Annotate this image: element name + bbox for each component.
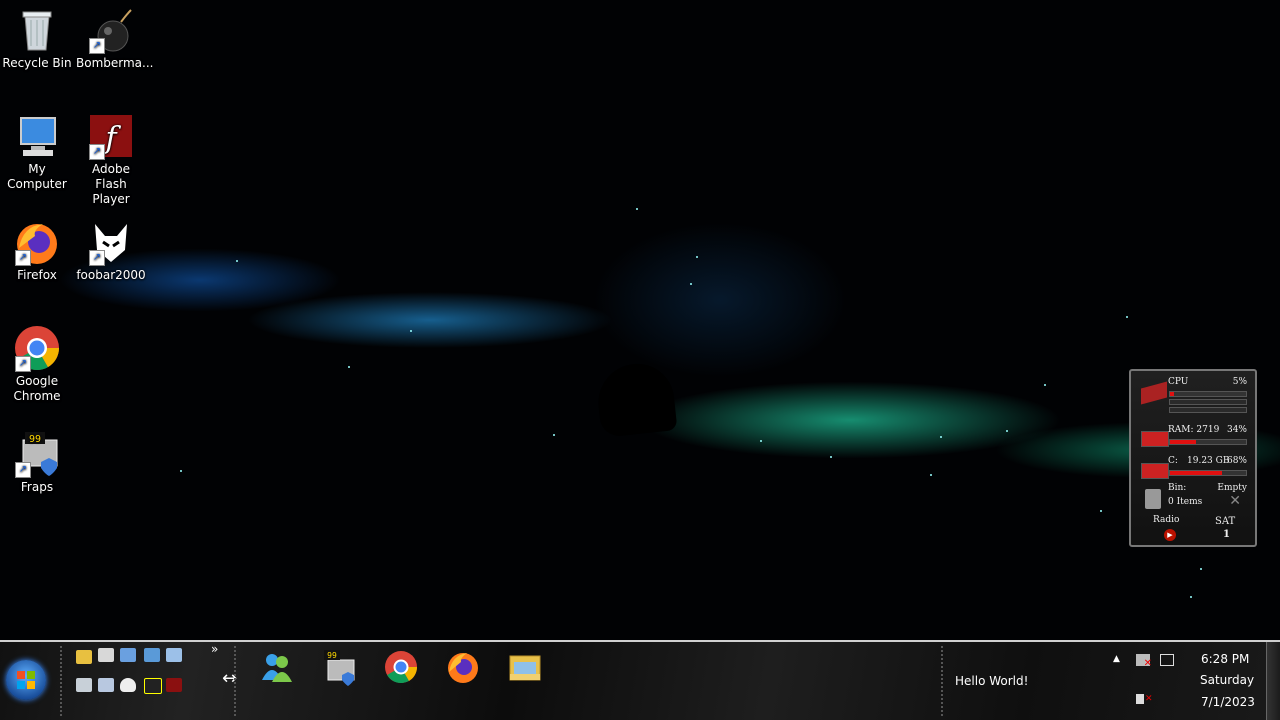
firefox-icon <box>448 653 478 683</box>
desktop-icon-google-chrome[interactable]: ↗ Google Chrome <box>2 324 72 404</box>
desktop-icon-my-computer[interactable]: My Computer <box>2 112 72 192</box>
flash-icon: f ↗ <box>87 112 135 160</box>
volume-muted-icon[interactable]: ✕ <box>1136 694 1153 704</box>
shortcut-arrow-icon: ↗ <box>89 144 105 160</box>
firefox-icon: ↗ <box>13 218 61 266</box>
disk-icon <box>1141 463 1169 479</box>
ram-bar <box>1169 439 1247 445</box>
radio-label: Radio <box>1153 515 1180 525</box>
desktop-icon-bomberman[interactable]: ↗ Bomberma... <box>76 6 153 71</box>
chrome-icon <box>385 651 418 684</box>
empty-bin-icon[interactable]: ✕ <box>1229 493 1241 509</box>
messenger-icon <box>262 654 292 682</box>
cpu-icon <box>1141 381 1167 405</box>
action-center-icon[interactable] <box>1160 654 1174 666</box>
network-disconnected-icon[interactable]: ✕ <box>1136 654 1152 669</box>
desktop-icon-recycle-bin[interactable]: Recycle Bin <box>2 6 72 71</box>
display-icon[interactable] <box>166 648 182 662</box>
system-monitor-gadget[interactable]: CPU 5% RAM: 2719 34% C: 19.23 GB 68% Bin… <box>1129 369 1257 547</box>
toolbar-grip[interactable] <box>60 646 64 716</box>
clock-date[interactable]: 7/1/2023 <box>1201 695 1255 709</box>
taskbar-firefox[interactable] <box>444 648 482 686</box>
flash-icon[interactable] <box>166 678 182 692</box>
shortcut-arrow-icon: ↗ <box>15 356 31 372</box>
disk-label: C: <box>1168 456 1178 466</box>
shortcut-arrow-icon: ↗ <box>15 462 31 478</box>
bin-label: Bin: <box>1168 483 1187 493</box>
toolbar-grip[interactable] <box>941 646 945 716</box>
foobar-icon[interactable] <box>120 678 136 692</box>
bomb-icon: ↗ <box>87 6 135 54</box>
clock-weekday[interactable]: Saturday <box>1200 673 1254 687</box>
computer-icon[interactable] <box>120 648 136 662</box>
recycle-bin-icon[interactable] <box>76 678 92 692</box>
fraps-icon: 99 ↗ <box>13 430 61 478</box>
bin-state: Empty <box>1217 483 1247 493</box>
shortcut-arrow-icon: ↗ <box>15 250 31 266</box>
network-icon[interactable] <box>144 648 160 662</box>
taskbar-fraps[interactable]: 99 <box>320 648 358 686</box>
windows-logo-icon <box>17 671 35 689</box>
computer-icon <box>13 112 61 160</box>
document-icon[interactable] <box>98 648 114 662</box>
cpu-percent: 5% <box>1232 377 1247 387</box>
clock-time[interactable]: 6:28 PM <box>1201 652 1249 666</box>
cpu-bar <box>1169 391 1247 397</box>
ram-percent: 34% <box>1226 425 1247 435</box>
trash-can-icon <box>1145 489 1161 509</box>
shortcut-arrow-icon: ↗ <box>89 38 105 54</box>
ram-label: RAM: 2719 <box>1168 425 1220 435</box>
taskbar-messenger[interactable] <box>258 648 296 686</box>
chrome-icon: ↗ <box>13 324 61 372</box>
show-hidden-icons-icon[interactable]: ▲ <box>1113 654 1120 664</box>
desktop-icon-firefox[interactable]: ↗ Firefox <box>2 218 72 283</box>
desktop-wallpaper: Recycle Bin ↗ Bomberma... My Computer f … <box>0 0 1280 640</box>
ram-icon <box>1141 431 1169 447</box>
day-label: SAT <box>1215 516 1236 527</box>
svg-text:99: 99 <box>327 651 337 660</box>
desktop-icon-adobe-flash[interactable]: f ↗ Adobe Flash Player <box>76 112 146 207</box>
taskbar-explorer[interactable] <box>506 648 544 686</box>
cpu-bar-history <box>1169 399 1247 405</box>
bin-items: 0 Items <box>1168 497 1203 507</box>
folder-icon[interactable] <box>76 650 92 664</box>
desktop-icon-foobar2000[interactable]: ↗ foobar2000 <box>76 218 146 283</box>
play-icon[interactable]: ▶ <box>1164 529 1176 541</box>
folder-icon <box>509 655 541 681</box>
settings-icon[interactable] <box>98 678 114 692</box>
start-button[interactable] <box>6 660 46 700</box>
cpu-label: CPU <box>1168 377 1189 387</box>
disk-free: 19.23 GB <box>1187 456 1230 466</box>
disk-percent: 68% <box>1226 456 1247 466</box>
taskbar-chrome[interactable] <box>382 648 420 686</box>
foobar-icon: ↗ <box>87 218 135 266</box>
show-desktop-button[interactable] <box>1266 642 1280 720</box>
desktop-icon-fraps[interactable]: 99 ↗ Fraps <box>2 430 72 495</box>
more-chevron-icon[interactable]: » <box>211 642 218 656</box>
shortcut-arrow-icon: ↗ <box>89 250 105 266</box>
toolbar-grip[interactable] <box>234 646 238 716</box>
recycle-bin-icon <box>13 6 61 54</box>
cpu-bar-history <box>1169 407 1247 413</box>
disk-bar <box>1169 470 1247 476</box>
date-number: 1 <box>1223 529 1230 540</box>
hello-world-toolbar[interactable]: Hello World! <box>955 674 1028 688</box>
horsehead-nebula <box>594 360 678 438</box>
taskbar: » ↔ 99 Hello World! ▲ ✕ ✕ 6:28 PM Saturd… <box>0 640 1280 720</box>
fraps-icon[interactable] <box>144 678 162 694</box>
svg-text:99: 99 <box>29 434 41 445</box>
fraps-icon: 99 <box>324 650 355 686</box>
